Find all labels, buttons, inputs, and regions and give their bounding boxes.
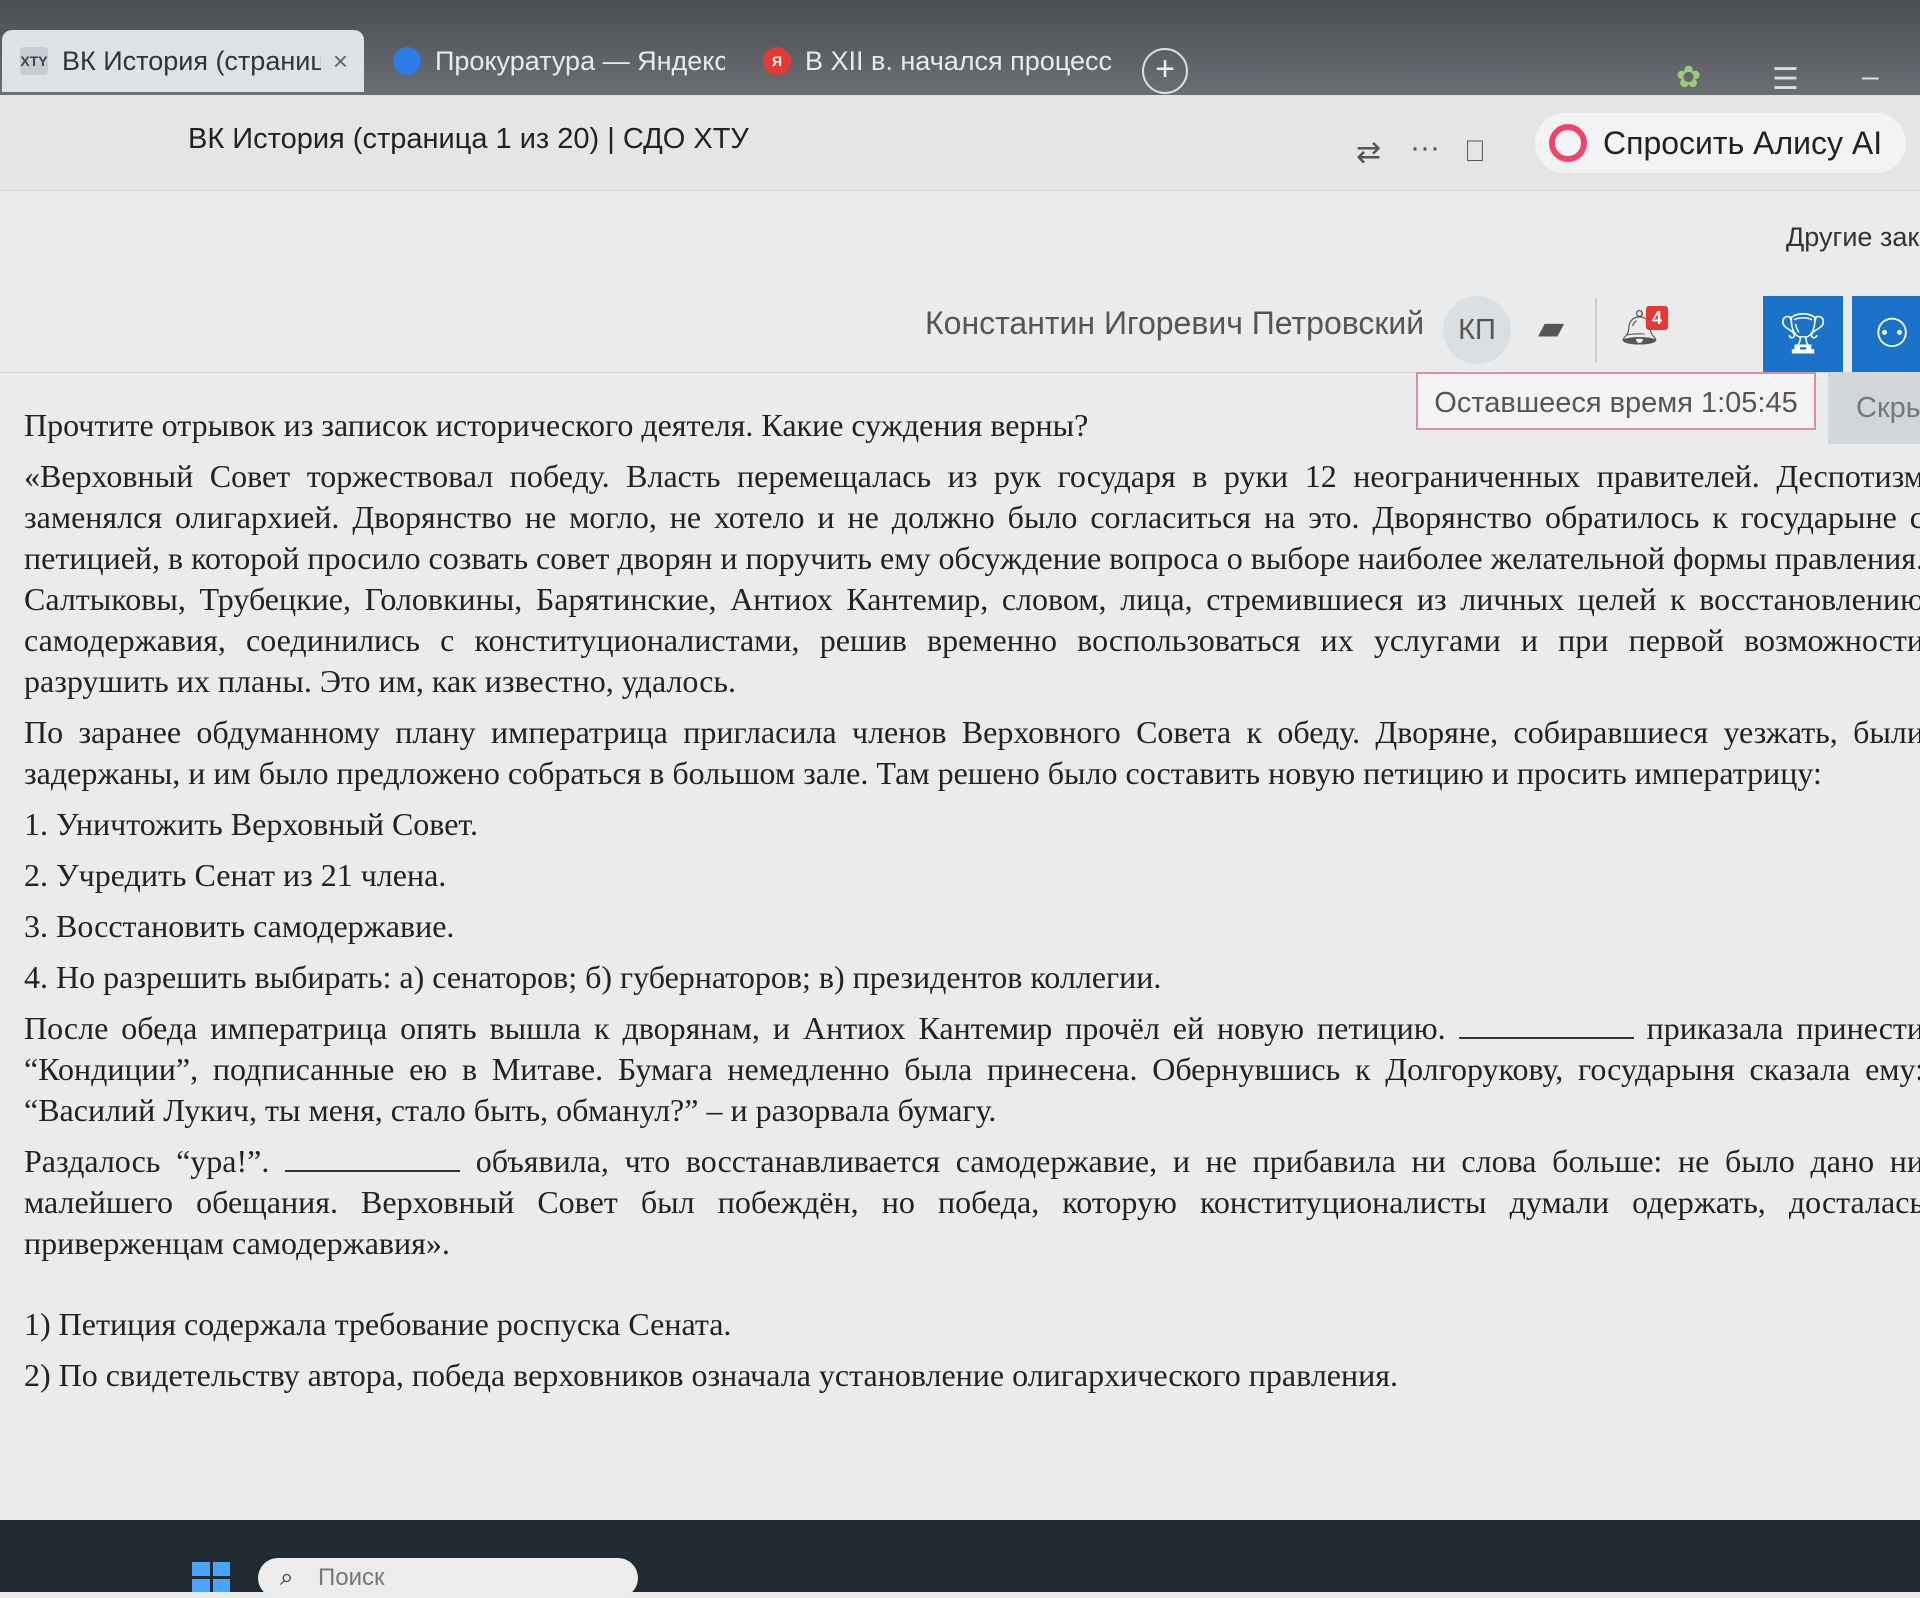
bookmark-icon[interactable]: ⎕ (1466, 135, 1484, 169)
blank-field (285, 1144, 461, 1172)
xtu-favicon-icon: XTY (20, 47, 48, 75)
translate-icon[interactable]: ⇄ (1356, 135, 1381, 170)
chat-icon[interactable]: ▰ (1538, 308, 1564, 348)
tab-label: В XII в. начался процесс п (805, 45, 1115, 76)
minimize-icon[interactable]: – (1862, 60, 1879, 94)
excerpt-paragraph: После обеда императрица опять вышла к дв… (24, 1008, 1920, 1131)
list-item: 4. Но разрешить выбирать: а) сенаторов; … (24, 959, 1162, 995)
list-item: 1. Уничтожить Верховный Совет. (24, 806, 478, 842)
question-content: Прочтите отрывок из записок историческог… (24, 405, 1920, 1406)
tab-xii-century[interactable]: Я В XII в. начался процесс п (745, 30, 1115, 92)
answer-options: 1) Петиция содержала требование роспуска… (24, 1304, 1920, 1396)
other-label[interactable]: Другие зак (1786, 222, 1919, 253)
windows-start-icon[interactable] (192, 1562, 230, 1592)
menu-icon[interactable]: ☰ (1772, 62, 1799, 97)
search-icon: ⌕ (280, 1564, 294, 1591)
answer-option[interactable]: 1) Петиция содержала требование роспуска… (24, 1304, 1920, 1345)
page-title[interactable]: ВК История (страница 1 из 20) | СДО ХТУ (188, 123, 749, 156)
paragraph-text: После обеда императрица опять вышла к дв… (24, 1010, 1446, 1046)
yandex-disk-icon (393, 47, 421, 75)
new-tab-button[interactable]: + (1142, 48, 1188, 94)
answer-option[interactable]: 2) По свидетельству автора, победа верхо… (24, 1355, 1920, 1396)
alice-icon (1549, 124, 1587, 162)
yandex-icon: Я (763, 47, 791, 75)
list-item: 2. Учредить Сенат из 21 члена. (24, 857, 447, 893)
tab-label: ВК История (страница (62, 45, 321, 76)
question-prompt: Прочтите отрывок из записок историческог… (24, 407, 1089, 443)
ask-alice-button[interactable]: Спросить Алису AI (1535, 113, 1907, 173)
ask-alice-label: Спросить Алису AI (1603, 124, 1883, 161)
excerpt-paragraph: «Верховный Совет торжествовал победу. Вл… (24, 458, 1920, 699)
extension-icon[interactable]: ✿ (1676, 60, 1701, 95)
excerpt-paragraph: Раздалось “ура!”. объявила, что восстана… (24, 1141, 1920, 1264)
browser-tab-bar: XTY ВК История (страница × Прокуратура —… (0, 0, 1920, 97)
paragraph-text: Раздалось “ура!”. (24, 1143, 270, 1179)
list-item: 3. Восстановить самодержавие. (24, 908, 455, 944)
tab-prokuratura[interactable]: Прокуратура — Яндекс Д (375, 30, 725, 92)
user-name[interactable]: Константин Игоревич Петровский (925, 305, 1424, 342)
blank-field (1458, 1011, 1634, 1039)
divider (1595, 298, 1597, 362)
trophy-icon[interactable]: 🏆︎ (1763, 296, 1843, 372)
address-bar: ВК История (страница 1 из 20) | СДО ХТУ … (0, 95, 1920, 191)
avatar[interactable]: КП (1443, 296, 1511, 364)
taskbar: ⌕ Поиск (0, 1520, 1920, 1598)
more-icon[interactable]: ··· (1410, 131, 1440, 165)
close-icon[interactable]: × (333, 46, 348, 77)
search-placeholder: Поиск (318, 1564, 385, 1591)
excerpt-paragraph: По заранее обдуманному плану императрица… (24, 714, 1920, 791)
notification-badge: 4 (1646, 306, 1668, 330)
taskbar-search[interactable]: ⌕ Поиск (258, 1558, 638, 1598)
tab-label: Прокуратура — Яндекс Д (435, 45, 725, 76)
profile-card-icon[interactable]: ⚇ (1852, 296, 1920, 372)
tab-vk-history[interactable]: XTY ВК История (страница × (2, 30, 364, 92)
